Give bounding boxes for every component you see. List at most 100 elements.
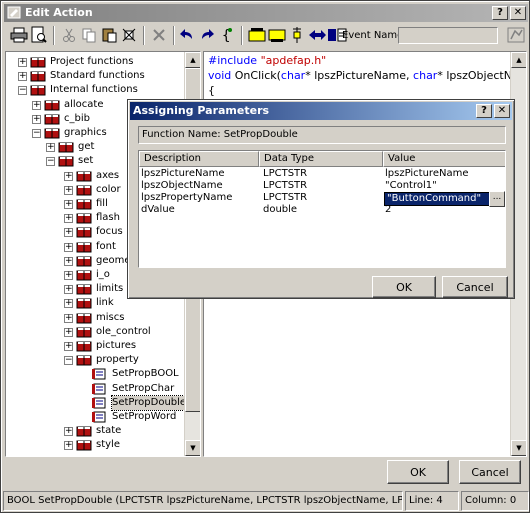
dialog-ok-button[interactable]: OK — [372, 276, 436, 298]
param-value[interactable]: lpszPictureName — [385, 168, 468, 180]
expand-icon[interactable]: + — [64, 256, 73, 266]
expand-icon[interactable]: + — [64, 228, 73, 238]
status-line: Line: 4 — [405, 491, 459, 511]
collapse-icon[interactable]: − — [32, 129, 41, 138]
cut-icon[interactable] — [59, 25, 79, 45]
toolbar-icon-c[interactable] — [287, 25, 307, 45]
delete-icon[interactable] — [149, 25, 169, 45]
tree-item-label: Project functions — [50, 56, 134, 67]
tree-item-label: SetPropBOOL — [112, 368, 179, 380]
expand-icon[interactable]: + — [32, 114, 41, 124]
dialog-help-button[interactable]: ? — [476, 104, 492, 118]
undo-icon[interactable] — [177, 25, 197, 45]
expand-icon[interactable]: + — [64, 327, 73, 337]
help-button[interactable]: ? — [492, 6, 508, 20]
assigning-parameters-dialog: Assigning Parameters ? ✕ Function Name: … — [127, 99, 515, 299]
expand-icon[interactable]: + — [18, 72, 27, 82]
column-header-description[interactable]: Description — [139, 151, 259, 167]
browse-button[interactable]: ... — [489, 191, 505, 207]
param-data-type: LPCTSTR — [263, 180, 308, 191]
param-description: dValue — [141, 204, 175, 215]
tree-item-label: miscs — [96, 311, 125, 323]
dialog-cancel-button[interactable]: Cancel — [442, 276, 508, 298]
print-preview-icon[interactable] — [29, 25, 49, 45]
book-icon — [76, 199, 92, 210]
parameter-grid[interactable]: Description Data Type Value lpszPictureN… — [138, 150, 506, 268]
expand-icon[interactable]: + — [18, 58, 27, 67]
book-icon — [30, 85, 46, 96]
param-data-type: double — [263, 204, 298, 215]
include-file-string: "apdefap.h" — [260, 54, 327, 67]
printer-icon[interactable] — [9, 25, 29, 45]
column-header-value[interactable]: Value — [383, 151, 505, 167]
expand-icon[interactable]: + — [64, 342, 73, 351]
format-icon[interactable] — [119, 25, 139, 45]
expand-icon[interactable]: + — [64, 200, 73, 209]
tree-item-label: ole_control — [96, 325, 151, 337]
status-column: Column: 0 — [461, 491, 529, 511]
scroll-down-arrow[interactable]: ▼ — [185, 440, 200, 456]
paste-icon[interactable] — [99, 25, 119, 45]
status-signature: BOOL SetPropDouble (LPCTSTR lpszPictureN… — [3, 491, 403, 511]
expand-icon[interactable]: + — [46, 143, 55, 153]
book-icon — [44, 114, 60, 125]
expand-icon[interactable]: + — [64, 441, 73, 451]
param-value-selected[interactable]: "ButtonCommand" — [384, 192, 490, 206]
function-page-icon — [92, 383, 106, 395]
column-header-data-type[interactable]: Data Type — [259, 151, 383, 167]
event-name-field[interactable] — [398, 27, 498, 44]
collapse-icon[interactable]: − — [64, 356, 73, 366]
expand-icon[interactable]: + — [64, 285, 73, 295]
tree-item-label: graphics — [64, 127, 107, 138]
brace-icon[interactable]: { — [217, 25, 237, 45]
dialog-close-button[interactable]: ✕ — [494, 104, 510, 118]
collapse-icon[interactable]: − — [18, 86, 27, 96]
tree-item-label: flash — [96, 212, 120, 224]
expand-icon[interactable]: + — [64, 271, 73, 280]
tree-item-label: c_bib — [64, 112, 90, 124]
tree-item-label: link — [96, 297, 114, 309]
function-page-icon — [92, 397, 106, 409]
status-bar: BOOL SetPropDouble (LPCTSTR lpszPictureN… — [3, 491, 529, 511]
dialog-title: Assigning Parameters — [133, 104, 270, 117]
expand-icon[interactable]: + — [64, 242, 73, 252]
copy-icon[interactable] — [79, 25, 99, 45]
expand-icon[interactable]: + — [64, 171, 73, 181]
scroll-down-arrow[interactable]: ▼ — [511, 440, 526, 456]
collapse-icon[interactable]: − — [46, 157, 55, 167]
ok-button[interactable]: OK — [387, 460, 449, 484]
tree-item-label: i_o — [96, 269, 110, 280]
book-icon — [76, 284, 92, 295]
event-settings-icon[interactable] — [505, 25, 527, 45]
tree-item-label: font — [96, 240, 116, 252]
toolbar-icon-b[interactable] — [267, 25, 287, 45]
expand-icon[interactable]: + — [64, 214, 73, 224]
scroll-up-arrow[interactable]: ▲ — [185, 52, 200, 68]
cancel-button[interactable]: Cancel — [459, 460, 521, 484]
redo-icon[interactable] — [197, 25, 217, 45]
tree-item-label: state — [96, 425, 122, 437]
param-description: lpszPictureName — [141, 168, 225, 179]
window-app-icon — [7, 6, 21, 19]
include-directive: #include — [208, 54, 258, 67]
expand-icon[interactable]: + — [64, 299, 73, 309]
expand-icon[interactable]: + — [32, 100, 41, 110]
tree-item-label: SetPropWord — [112, 411, 177, 422]
param-data-type: LPCTSTR — [263, 168, 308, 179]
event-name-label: Event Name: — [342, 30, 407, 41]
dialog-titlebar: Assigning Parameters ? ✕ — [130, 102, 512, 120]
scroll-up-arrow[interactable]: ▲ — [511, 52, 526, 68]
book-icon — [76, 313, 92, 324]
book-icon — [76, 426, 92, 437]
tree-item-label: focus — [96, 226, 123, 238]
book-icon — [76, 213, 92, 224]
expand-icon[interactable]: + — [64, 313, 73, 323]
param-value[interactable]: "Control1" — [385, 180, 437, 192]
close-button[interactable]: ✕ — [510, 6, 526, 20]
expand-icon[interactable]: + — [64, 427, 73, 437]
toolbar-icon-d[interactable] — [307, 25, 327, 45]
expand-icon[interactable]: + — [64, 185, 73, 195]
book-icon — [30, 57, 46, 68]
toolbar-icon-a[interactable] — [247, 25, 267, 45]
param-value[interactable]: 2 — [385, 204, 391, 216]
